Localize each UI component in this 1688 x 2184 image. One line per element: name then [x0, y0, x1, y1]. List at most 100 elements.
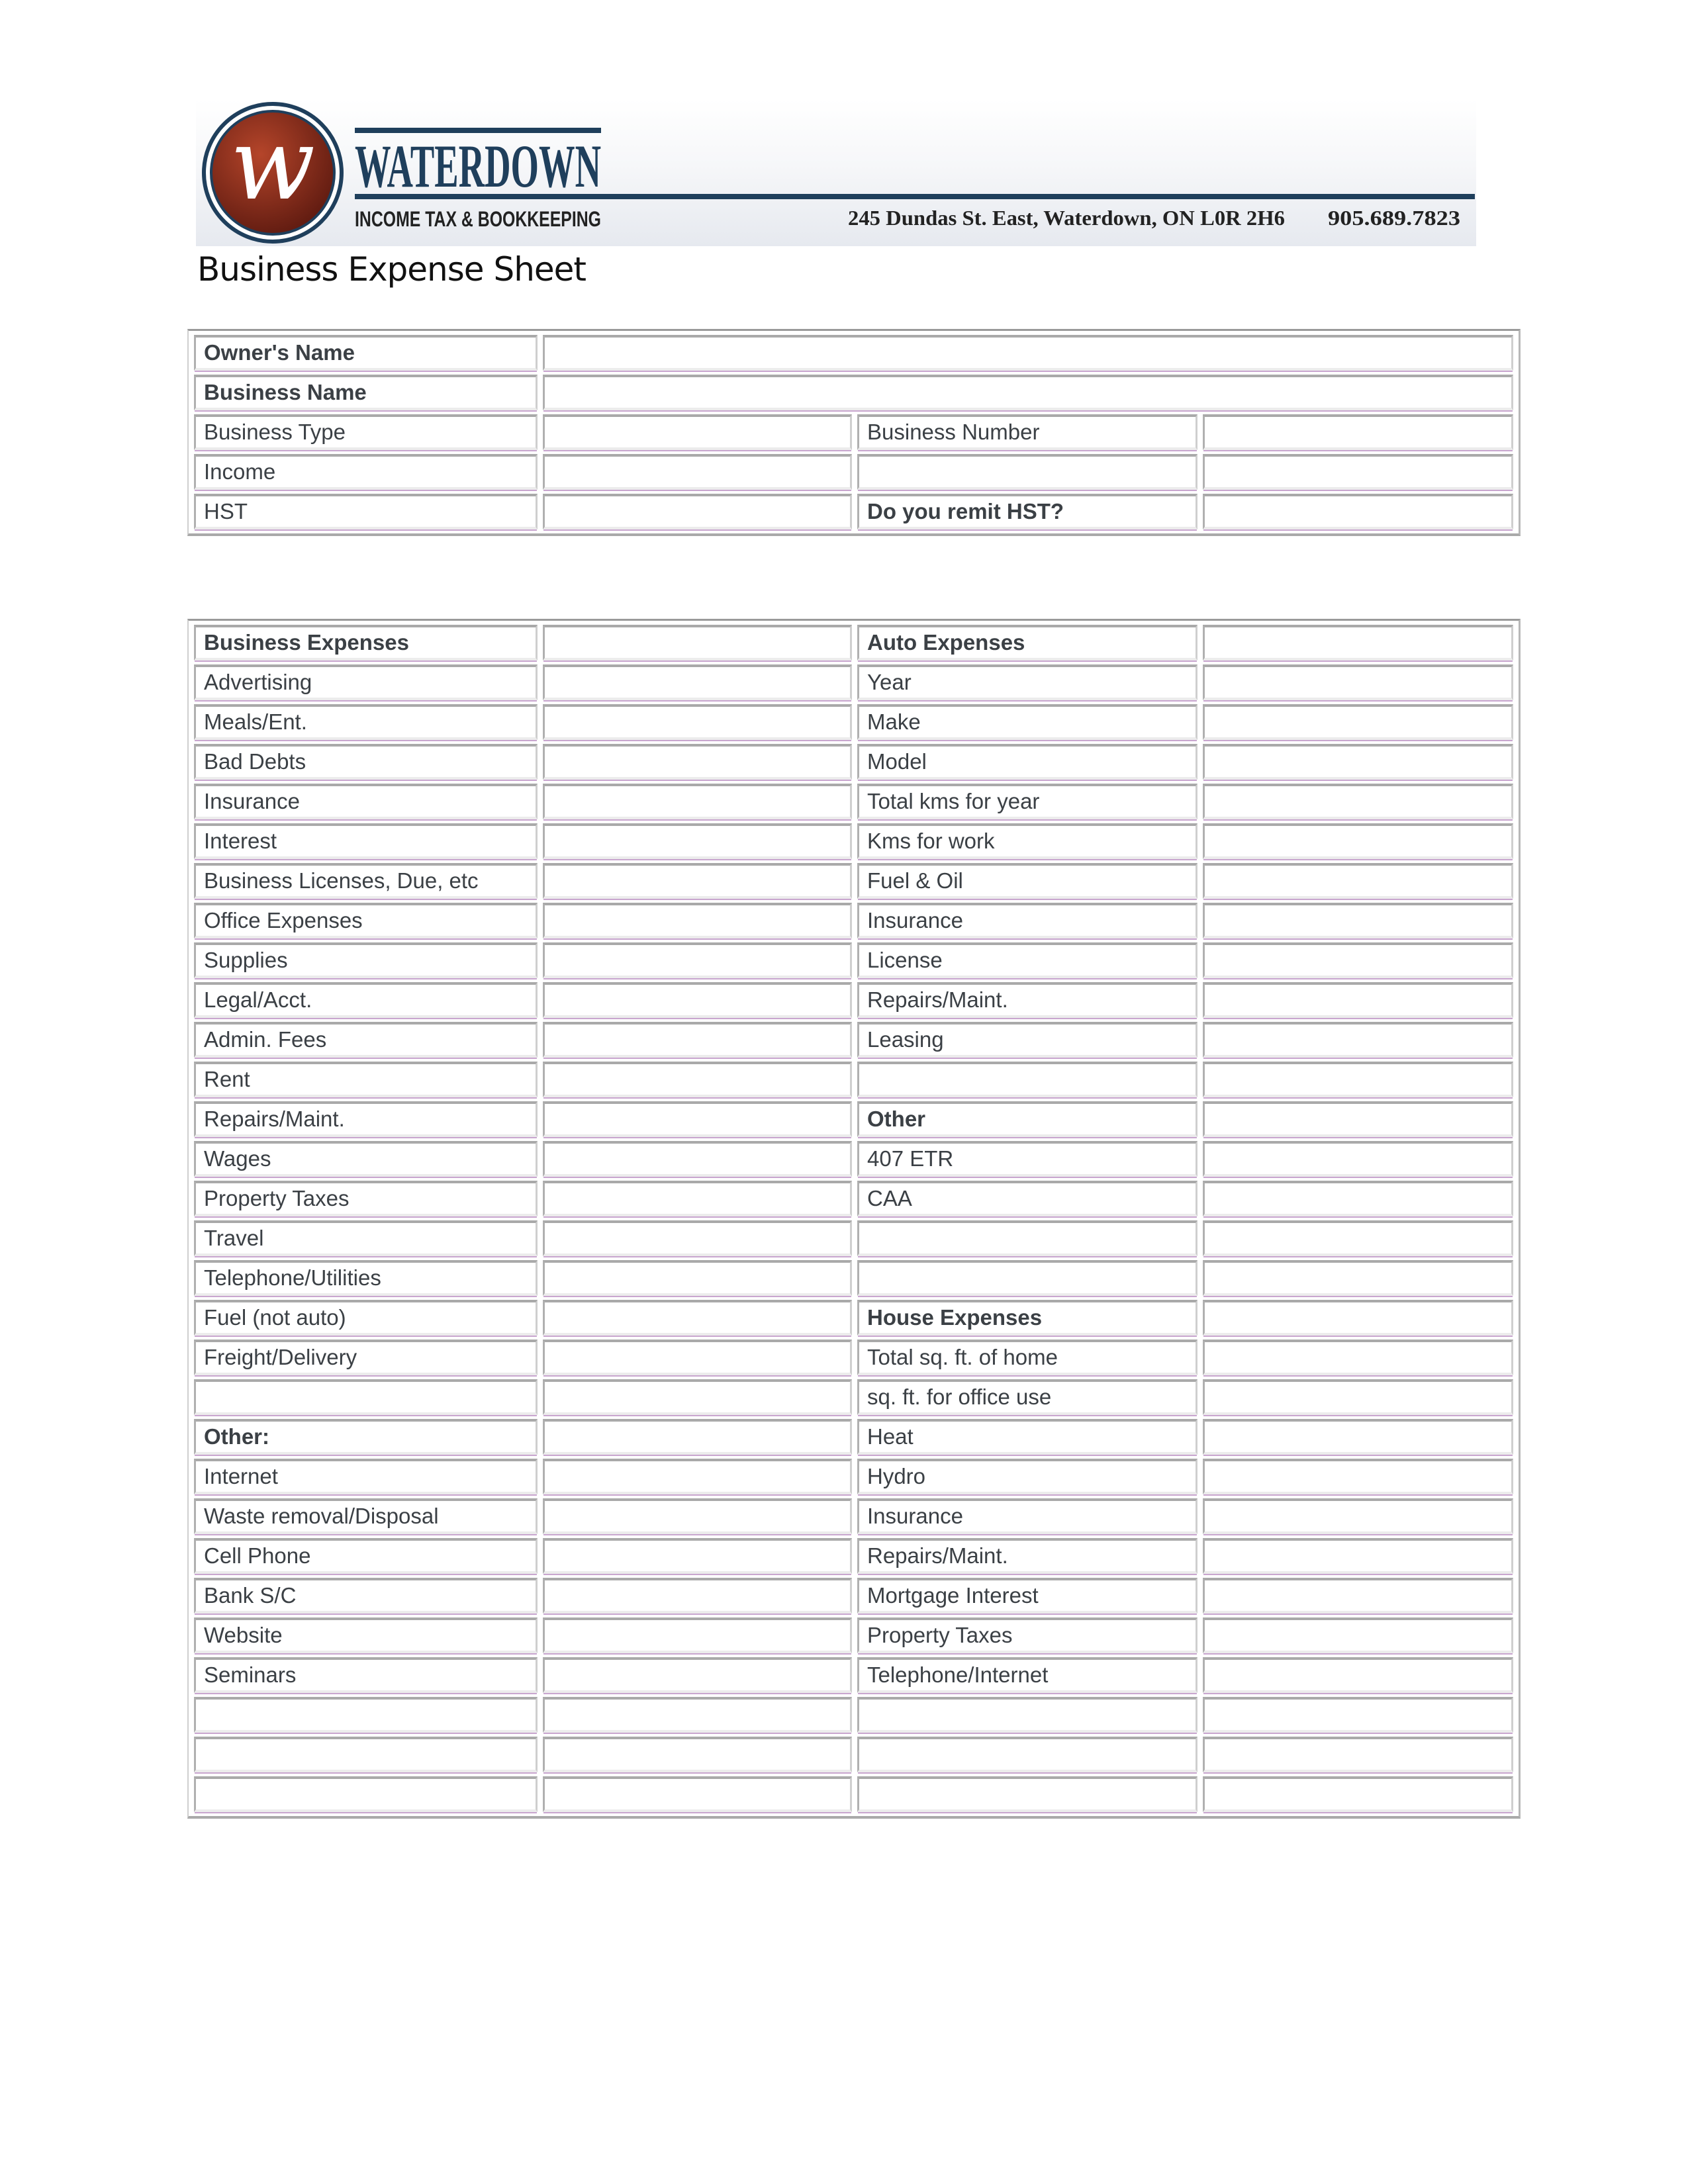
expense-amount-input[interactable]: [1203, 744, 1513, 780]
expense-label: Seminars: [194, 1657, 538, 1693]
field-value-input[interactable]: [1203, 494, 1513, 529]
expense-label: Year: [857, 664, 1198, 700]
expense-amount-input[interactable]: [543, 1300, 852, 1336]
expense-amount-input[interactable]: [543, 1538, 852, 1574]
expense-amount-input[interactable]: [543, 903, 852, 938]
expense-label: [857, 1737, 1198, 1772]
expense-amount-input[interactable]: [543, 1220, 852, 1256]
expense-amount-input[interactable]: [543, 1459, 852, 1494]
expense-row: Legal/Acct. Repairs/Maint.: [194, 982, 1513, 1018]
expense-amount-input[interactable]: [543, 1578, 852, 1614]
expense-amount-input[interactable]: [1203, 1617, 1513, 1653]
expense-amount-input[interactable]: [543, 1737, 852, 1772]
business-info-table: Owner's Name Business Name Business Type Bu…: [187, 329, 1521, 536]
expense-amount-input[interactable]: [1203, 1300, 1513, 1336]
expense-amount-input[interactable]: [543, 942, 852, 978]
expense-amount-input[interactable]: [543, 1379, 852, 1415]
expense-amount-input[interactable]: [543, 664, 852, 700]
expense-amount-input[interactable]: [1203, 1379, 1513, 1415]
expense-amount-input[interactable]: [543, 1498, 852, 1534]
expense-amount-input[interactable]: [543, 1776, 852, 1812]
expense-amount-input[interactable]: [543, 1181, 852, 1216]
expense-amount-input[interactable]: [1203, 1657, 1513, 1693]
company-logo: w WATERDOWN INCOME TAX & BOOKKEEPING 245…: [202, 102, 1475, 244]
expense-label: Insurance: [857, 903, 1198, 938]
expense-amount-input[interactable]: [1203, 863, 1513, 899]
expense-label: Fuel & Oil: [857, 863, 1198, 899]
expense-amount-input[interactable]: [543, 744, 852, 780]
expense-amount-input[interactable]: [543, 1062, 852, 1097]
expense-amount-input[interactable]: [1203, 784, 1513, 819]
field-label: HST: [194, 494, 538, 529]
expense-row: Telephone/Utilities: [194, 1260, 1513, 1296]
expense-amount-input[interactable]: [543, 1022, 852, 1058]
expense-amount-input[interactable]: [1203, 982, 1513, 1018]
expense-amount-input[interactable]: [543, 1419, 852, 1455]
expense-amount-input[interactable]: [1203, 1260, 1513, 1296]
expense-label: Cell Phone: [194, 1538, 538, 1574]
expense-amount-input[interactable]: [543, 704, 852, 740]
expense-amount-input[interactable]: [1203, 1340, 1513, 1375]
expense-amount-input[interactable]: [1203, 1181, 1513, 1216]
expense-amount-input[interactable]: [1203, 664, 1513, 700]
expense-label: Total kms for year: [857, 784, 1198, 819]
expense-amount-input[interactable]: [543, 1141, 852, 1177]
expense-amount-input[interactable]: [1203, 903, 1513, 938]
expense-label: Other: [857, 1101, 1198, 1137]
expense-amount-input[interactable]: [543, 625, 852, 660]
field-value-input[interactable]: [543, 494, 852, 529]
expense-amount-input[interactable]: [1203, 1498, 1513, 1534]
expense-label: Repairs/Maint.: [857, 982, 1198, 1018]
field-value-input[interactable]: [543, 335, 1513, 371]
expense-row: Website Property Taxes: [194, 1617, 1513, 1653]
expense-amount-input[interactable]: [1203, 1101, 1513, 1137]
expense-amount-input[interactable]: [1203, 942, 1513, 978]
expense-label: Supplies: [194, 942, 538, 978]
expense-label: Fuel (not auto): [194, 1300, 538, 1336]
expense-amount-input[interactable]: [543, 1617, 852, 1653]
expense-amount-input[interactable]: [1203, 1419, 1513, 1455]
expense-amount-input[interactable]: [1203, 1459, 1513, 1494]
expense-amount-input[interactable]: [1203, 1737, 1513, 1772]
expense-amount-input[interactable]: [543, 1697, 852, 1733]
expense-amount-input[interactable]: [543, 863, 852, 899]
expense-label: Heat: [857, 1419, 1198, 1455]
field-value-input[interactable]: [1203, 414, 1513, 450]
expense-label: Property Taxes: [194, 1181, 538, 1216]
expense-label: [857, 1260, 1198, 1296]
expense-amount-input[interactable]: [1203, 1220, 1513, 1256]
expense-label: Meals/Ent.: [194, 704, 538, 740]
expense-label: Business Expenses: [194, 625, 538, 660]
expense-amount-input[interactable]: [543, 823, 852, 859]
expense-amount-input[interactable]: [1203, 1141, 1513, 1177]
expense-amount-input[interactable]: [543, 784, 852, 819]
expense-amount-input[interactable]: [1203, 704, 1513, 740]
expense-amount-input[interactable]: [543, 982, 852, 1018]
expense-amount-input[interactable]: [1203, 1062, 1513, 1097]
page-title: Business Expense Sheet: [197, 250, 586, 289]
field-label: Income: [194, 454, 538, 490]
expense-label: Hydro: [857, 1459, 1198, 1494]
expense-row: Wages 407 ETR: [194, 1141, 1513, 1177]
field-value-input[interactable]: [543, 414, 852, 450]
expense-row: Meals/Ent. Make: [194, 704, 1513, 740]
expense-row: Office Expenses Insurance: [194, 903, 1513, 938]
expense-amount-input[interactable]: [1203, 1022, 1513, 1058]
expense-amount-input[interactable]: [1203, 625, 1513, 660]
expense-label: [194, 1379, 538, 1415]
field-value-input[interactable]: [1203, 454, 1513, 490]
expense-amount-input[interactable]: [1203, 1578, 1513, 1614]
expense-amount-input[interactable]: [1203, 1538, 1513, 1574]
expense-amount-input[interactable]: [543, 1657, 852, 1693]
expense-label: [194, 1697, 538, 1733]
expense-amount-input[interactable]: [1203, 1697, 1513, 1733]
field-value-input[interactable]: [543, 375, 1513, 410]
expense-label: Freight/Delivery: [194, 1340, 538, 1375]
expense-label: Website: [194, 1617, 538, 1653]
field-value-input[interactable]: [543, 454, 852, 490]
expense-amount-input[interactable]: [1203, 1776, 1513, 1812]
expense-amount-input[interactable]: [543, 1260, 852, 1296]
expense-amount-input[interactable]: [543, 1101, 852, 1137]
expense-amount-input[interactable]: [543, 1340, 852, 1375]
expense-amount-input[interactable]: [1203, 823, 1513, 859]
